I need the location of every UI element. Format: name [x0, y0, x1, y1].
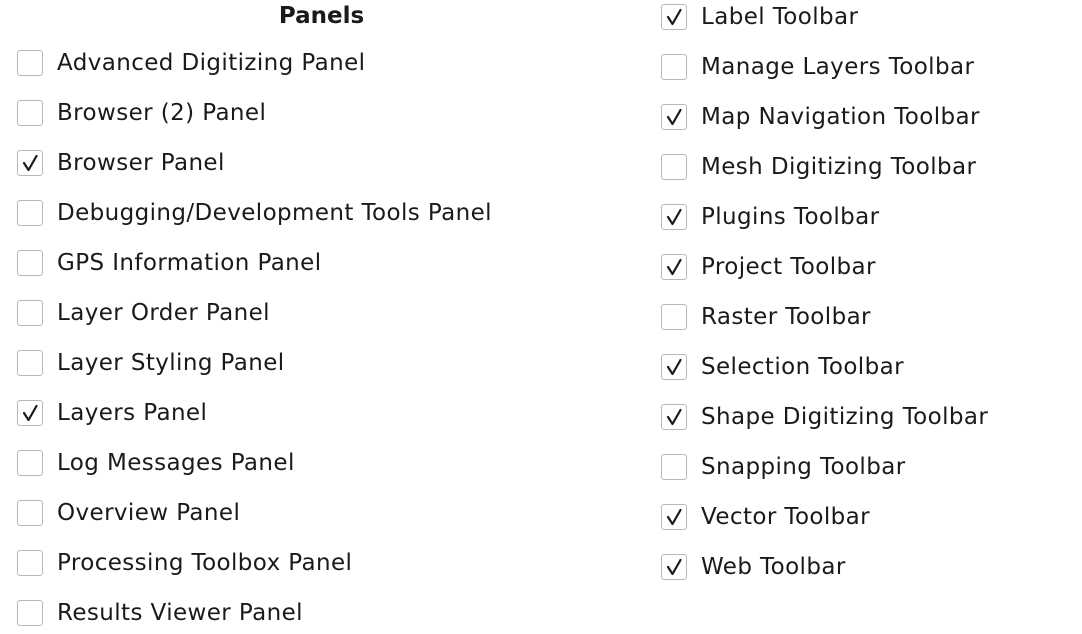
panel-item-results-viewer-panel[interactable]: Results Viewer Panel — [0, 588, 303, 634]
toolbar-label: Raster Toolbar — [701, 304, 871, 330]
panel-checkbox[interactable] — [17, 100, 43, 126]
toolbar-checkbox[interactable] — [661, 104, 687, 130]
toolbar-checkbox[interactable] — [661, 304, 687, 330]
checkmark-icon — [666, 358, 682, 376]
panel-label: GPS Information Panel — [57, 250, 322, 276]
panel-checkbox[interactable] — [17, 200, 43, 226]
panel-label: Results Viewer Panel — [57, 600, 303, 626]
checkmark-icon — [666, 108, 682, 126]
toolbar-item-map-navigation-toolbar[interactable]: Map Navigation Toolbar — [645, 92, 980, 142]
toolbar-item-label-toolbar[interactable]: Label Toolbar — [645, 0, 858, 42]
toolbar-label: Shape Digitizing Toolbar — [701, 404, 989, 430]
panel-item-layer-order-panel[interactable]: Layer Order Panel — [0, 288, 270, 338]
panel-label: Advanced Digitizing Panel — [57, 50, 366, 76]
toolbar-item-mesh-digitizing-toolbar[interactable]: Mesh Digitizing Toolbar — [645, 142, 976, 192]
toolbar-item-selection-toolbar[interactable]: Selection Toolbar — [645, 342, 904, 392]
checkmark-icon — [666, 408, 682, 426]
toolbar-item-raster-toolbar[interactable]: Raster Toolbar — [645, 292, 871, 342]
toolbar-item-shape-digitizing-toolbar[interactable]: Shape Digitizing Toolbar — [645, 392, 988, 442]
toolbar-checkbox[interactable] — [661, 554, 687, 580]
panel-item-browser-panel[interactable]: Browser Panel — [0, 138, 225, 188]
toolbar-checkbox[interactable] — [661, 404, 687, 430]
panel-checkbox[interactable] — [17, 150, 43, 176]
toolbar-item-vector-toolbar[interactable]: Vector Toolbar — [645, 492, 870, 542]
toolbar-item-snapping-toolbar[interactable]: Snapping Toolbar — [645, 442, 906, 492]
toolbar-label: Mesh Digitizing Toolbar — [701, 154, 977, 180]
panel-checkbox[interactable] — [17, 350, 43, 376]
toolbar-checkbox[interactable] — [661, 54, 687, 80]
panel-item-gps-information-panel[interactable]: GPS Information Panel — [0, 238, 322, 288]
toolbar-item-plugins-toolbar[interactable]: Plugins Toolbar — [645, 192, 880, 242]
panel-item-advanced-digitizing-panel[interactable]: Advanced Digitizing Panel — [0, 38, 365, 88]
panel-label: Layer Order Panel — [57, 300, 270, 326]
panel-label: Log Messages Panel — [57, 450, 295, 476]
panel-item-layers-panel[interactable]: Layers Panel — [0, 388, 207, 438]
toolbar-label: Project Toolbar — [701, 254, 876, 280]
panel-label: Browser Panel — [57, 150, 225, 176]
checkmark-icon — [666, 8, 682, 26]
panel-label: Processing Toolbox Panel — [57, 550, 353, 576]
toolbar-label: Vector Toolbar — [701, 504, 871, 530]
toolbar-checkbox[interactable] — [661, 4, 687, 30]
checkmark-icon — [22, 404, 38, 422]
checkmark-icon — [666, 208, 682, 226]
toolbar-label: Selection Toolbar — [701, 354, 904, 380]
toolbar-label: Map Navigation Toolbar — [701, 104, 980, 130]
toolbar-label: Web Toolbar — [701, 554, 846, 580]
toolbar-label: Snapping Toolbar — [701, 454, 906, 480]
toolbar-label: Label Toolbar — [701, 4, 859, 30]
toolbar-checkbox[interactable] — [661, 204, 687, 230]
toolbar-checkbox[interactable] — [661, 154, 687, 180]
panel-label: Debugging/Development Tools Panel — [57, 200, 492, 226]
toolbar-checkbox[interactable] — [661, 254, 687, 280]
panel-checkbox[interactable] — [17, 450, 43, 476]
toolbar-label: Manage Layers Toolbar — [701, 54, 975, 80]
checkmark-icon — [666, 258, 682, 276]
toolbar-checkbox[interactable] — [661, 454, 687, 480]
panel-item-layer-styling-panel[interactable]: Layer Styling Panel — [0, 338, 285, 388]
panel-checkbox[interactable] — [17, 50, 43, 76]
panel-item-browser-2-panel[interactable]: Browser (2) Panel — [0, 88, 266, 138]
panels-heading: Panels — [278, 3, 365, 29]
toolbar-item-project-toolbar[interactable]: Project Toolbar — [645, 242, 876, 292]
panel-label: Layers Panel — [57, 400, 208, 426]
panel-checkbox[interactable] — [17, 300, 43, 326]
panel-label: Browser (2) Panel — [57, 100, 267, 126]
toolbar-item-manage-layers-toolbar[interactable]: Manage Layers Toolbar — [645, 42, 974, 92]
panel-checkbox[interactable] — [17, 400, 43, 426]
panel-checkbox[interactable] — [17, 550, 43, 576]
panel-checkbox[interactable] — [17, 250, 43, 276]
panel-label: Overview Panel — [57, 500, 241, 526]
panel-checkbox[interactable] — [17, 500, 43, 526]
checkmark-icon — [22, 154, 38, 172]
panel-checkbox[interactable] — [17, 600, 43, 626]
panel-item-processing-toolbox-panel[interactable]: Processing Toolbox Panel — [0, 538, 352, 588]
panel-item-debugging-development-tools-panel[interactable]: Debugging/Development Tools Panel — [0, 188, 492, 238]
toolbar-item-web-toolbar[interactable]: Web Toolbar — [645, 542, 846, 592]
panel-item-overview-panel[interactable]: Overview Panel — [0, 488, 240, 538]
panel-label: Layer Styling Panel — [57, 350, 285, 376]
panel-item-log-messages-panel[interactable]: Log Messages Panel — [0, 438, 295, 488]
checkmark-icon — [666, 558, 682, 576]
toolbar-label: Plugins Toolbar — [701, 204, 880, 230]
checkmark-icon — [666, 508, 682, 526]
toolbar-checkbox[interactable] — [661, 504, 687, 530]
customization-page: Panels Advanced Digitizing Panel Browser … — [0, 0, 1082, 634]
toolbar-checkbox[interactable] — [661, 354, 687, 380]
